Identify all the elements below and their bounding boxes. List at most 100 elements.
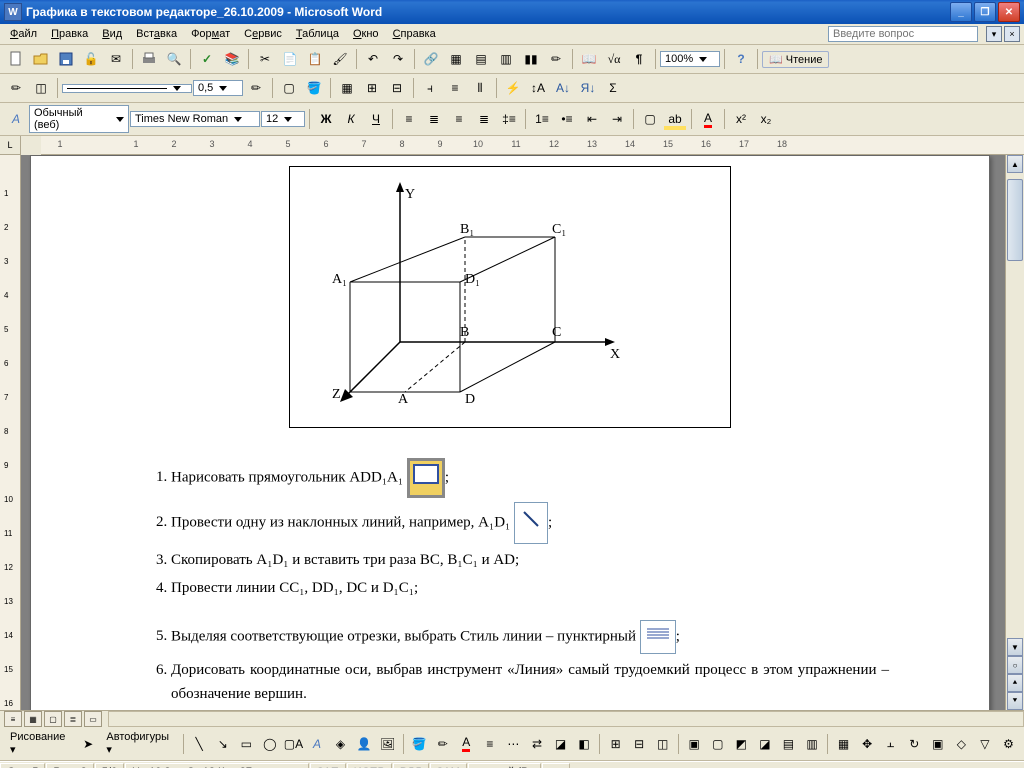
numbering-button[interactable]: 1≡	[530, 107, 554, 131]
columns-button[interactable]: ▮▮	[519, 47, 543, 71]
cube-figure[interactable]: Y X Z B₁ C₁ A₁ D₁ B C A D	[289, 166, 731, 428]
new-doc-button[interactable]	[4, 47, 28, 71]
copy-button[interactable]: 📄	[278, 47, 302, 71]
save-button[interactable]	[54, 47, 78, 71]
document-page[interactable]: Y X Z B₁ C₁ A₁ D₁ B C A D Нарисовать пря…	[30, 155, 990, 710]
permissions-button[interactable]: 🔓	[79, 47, 103, 71]
outside-border-button[interactable]: ▢	[277, 76, 301, 100]
subscript-button[interactable]: x₂	[754, 107, 778, 131]
next-page-button[interactable]: ⯆	[1007, 692, 1023, 710]
rotate-button[interactable]: ↻	[903, 732, 926, 756]
scroll-down-arrow[interactable]: ▼	[1007, 638, 1023, 656]
font-color-drawing-button[interactable]: A	[455, 732, 478, 756]
help-search-input[interactable]	[828, 26, 978, 42]
clipart-button[interactable]: 👤	[353, 732, 376, 756]
bring-forward-button[interactable]: ◩	[730, 732, 753, 756]
menu-edit[interactable]: Правка	[45, 26, 94, 42]
regroup-button[interactable]: ◫	[651, 732, 674, 756]
autoshapes-menu[interactable]: Автофигуры ▾	[100, 729, 179, 758]
rectangle-button[interactable]: ▭	[235, 732, 258, 756]
hyperlink-button[interactable]: 🔗	[419, 47, 443, 71]
spellcheck-button[interactable]: ✓	[195, 47, 219, 71]
textbox-button[interactable]: ▢A	[282, 732, 305, 756]
tables-borders-button[interactable]: ▦	[444, 47, 468, 71]
zoom-combo[interactable]: 100%	[660, 51, 720, 67]
normal-view-button[interactable]: ≡	[4, 711, 22, 727]
horizontal-ruler[interactable]: 1123456789101112131415161718	[41, 136, 1024, 155]
set-defaults-button[interactable]: ⚙	[997, 732, 1020, 756]
shading-color-button[interactable]: 🪣	[302, 76, 326, 100]
align-center-button[interactable]: ≣	[422, 107, 446, 131]
menu-window[interactable]: Окно	[347, 26, 385, 42]
increase-indent-button[interactable]: ⇥	[605, 107, 629, 131]
cut-button[interactable]: ✂	[253, 47, 277, 71]
nudge-button[interactable]: ✥	[856, 732, 879, 756]
research-button[interactable]: 📚	[220, 47, 244, 71]
styles-pane-button[interactable]: A	[4, 107, 28, 131]
insert-table-btn2[interactable]: ▦	[335, 76, 359, 100]
font-combo[interactable]: Times New Roman	[130, 111, 260, 127]
distribute-rows-button[interactable]: ≡	[443, 76, 467, 100]
menu-table[interactable]: Таблица	[290, 26, 345, 42]
italic-button[interactable]: К	[339, 107, 363, 131]
web-view-button[interactable]: ▦	[24, 711, 42, 727]
shadow-button[interactable]: ◪	[549, 732, 572, 756]
diagram-button[interactable]: ◈	[329, 732, 352, 756]
doc-map-button[interactable]: 📖	[577, 47, 601, 71]
horizontal-scrollbar[interactable]	[108, 711, 1024, 727]
email-button[interactable]: ✉	[104, 47, 128, 71]
undo-button[interactable]: ↶	[361, 47, 385, 71]
menu-file[interactable]: ФФайлайл	[4, 26, 43, 42]
redo-button[interactable]: ↷	[386, 47, 410, 71]
send-behind-text-button[interactable]: ▥	[801, 732, 824, 756]
vertical-scrollbar[interactable]: ▲ ▼ ○ ⯅ ⯆	[1005, 155, 1024, 710]
status-spellcheck-icon[interactable]: 📖	[542, 763, 570, 768]
open-button[interactable]	[29, 47, 53, 71]
distribute-cols-button[interactable]: ⦀	[468, 76, 492, 100]
help-button[interactable]: ?	[729, 47, 753, 71]
menu-format[interactable]: Формат	[185, 26, 236, 42]
align-left-button[interactable]: ≡	[397, 107, 421, 131]
superscript-button[interactable]: x²	[729, 107, 753, 131]
line-style-button[interactable]: ≡	[479, 732, 502, 756]
reading-view-button[interactable]: ▭	[84, 711, 102, 727]
align-top-button[interactable]: ⫞	[418, 76, 442, 100]
highlight-button[interactable]: ab	[663, 107, 687, 131]
underline-button[interactable]: Ч	[364, 107, 388, 131]
grid-button[interactable]: ▦	[832, 732, 855, 756]
vertical-ruler[interactable]: 12345678910111213141516	[0, 155, 21, 710]
align-button[interactable]: ⫠	[879, 732, 902, 756]
status-rec[interactable]: ЗАП	[310, 763, 346, 768]
drawing-toolbar-button[interactable]: ✏	[544, 47, 568, 71]
style-combo[interactable]: Обычный (веб)	[29, 105, 129, 133]
line-color-button[interactable]: ✏	[431, 732, 454, 756]
dash-style-button[interactable]: ⋯	[502, 732, 525, 756]
text-wrap-button[interactable]: ▣	[927, 732, 950, 756]
equation-button[interactable]: √α	[602, 47, 626, 71]
menu-service[interactable]: Сервис	[238, 26, 288, 42]
edit-points-button[interactable]: ◇	[950, 732, 973, 756]
arrow-style-button[interactable]: ⇄	[526, 732, 549, 756]
group-button[interactable]: ⊞	[604, 732, 627, 756]
autoformat-button[interactable]: ⚡	[501, 76, 525, 100]
split-cells-button[interactable]: ⊟	[385, 76, 409, 100]
bring-front-text-button[interactable]: ▤	[777, 732, 800, 756]
scroll-thumb[interactable]	[1007, 179, 1023, 261]
status-lang[interactable]: русский (Ро	[468, 763, 541, 768]
print-layout-view-button[interactable]: ▢	[44, 711, 62, 727]
draw-table-button[interactable]: ✏	[4, 76, 28, 100]
doc-close-button[interactable]: ×	[1004, 26, 1020, 42]
sort-asc-button[interactable]: A↓	[551, 76, 575, 100]
menu-help[interactable]: Справка	[387, 26, 442, 42]
doc-help-button[interactable]: ▾	[986, 26, 1002, 42]
status-trk[interactable]: ИСПР	[347, 763, 392, 768]
scroll-up-arrow[interactable]: ▲	[1007, 155, 1023, 173]
status-ext[interactable]: ВДЛ	[393, 763, 429, 768]
print-button[interactable]	[137, 47, 161, 71]
font-color-button[interactable]: A	[696, 107, 720, 131]
fill-color-button[interactable]: 🪣	[408, 732, 431, 756]
change-shape-button[interactable]: ▽	[974, 732, 997, 756]
autosum-button[interactable]: Σ	[601, 76, 625, 100]
decrease-indent-button[interactable]: ⇤	[580, 107, 604, 131]
align-justify-button[interactable]: ≣	[472, 107, 496, 131]
